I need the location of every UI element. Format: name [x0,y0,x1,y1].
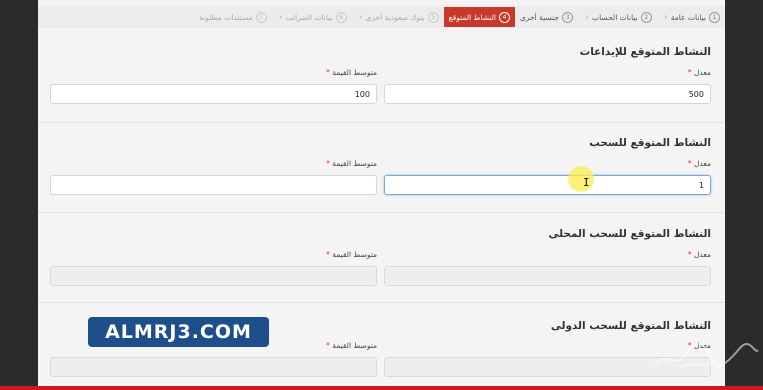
chevron-left-icon: ‹ [663,11,668,23]
step-other-saudi-banks[interactable]: 5 بنوك سعودية أخرى ‹ [352,7,444,27]
step-number: 7 [255,11,267,23]
avg-value-label: متوسط القيمة * [326,250,377,259]
video-progress-bar [0,386,763,390]
deposits-rate-input[interactable]: 500 [384,84,711,104]
deposits-avg-value-input[interactable]: 100 [50,84,377,104]
step-number: 3 [562,11,574,23]
section-title-withdrawals: النشاط المتوقع للسحب [589,137,711,149]
chevron-left-icon: ‹ [278,11,283,23]
step-label: بيانات عامة [670,12,706,22]
step-number: 2 [640,11,652,23]
text-cursor-icon: I [583,176,590,189]
step-expected-activity[interactable]: 4 النشاط المتوقع [443,7,516,27]
withdrawals-rate-input[interactable]: 1 [384,175,711,195]
step-general-info[interactable]: 1 بيانات عامة ‹ [657,7,725,27]
step-other-nationality[interactable]: 3 جنسية أخرى [515,7,578,27]
chevron-left-icon: ‹ [585,11,590,23]
local-withdrawals-rate-input[interactable] [384,266,711,286]
step-label: بنوك سعودية أخرى [365,12,425,22]
rate-label: معدل * [687,250,711,259]
withdrawals-avg-value-input[interactable] [50,175,377,195]
step-label: مستندات مطلوبة [199,12,253,22]
avg-value-label: متوسط القيمة * [326,68,377,77]
step-required-docs[interactable]: 7 مستندات مطلوبة [194,7,271,27]
cursor-highlight [568,166,594,192]
step-number: 5 [427,11,439,23]
rate-label: معدل * [687,68,711,77]
local-withdrawals-avg-value-input[interactable] [50,266,377,286]
step-tax-info[interactable]: 6 بيانات الضرائب ‹ [272,7,352,27]
intl-withdrawals-avg-value-input[interactable] [50,357,377,377]
section-divider [38,212,725,213]
rate-label: معدل * [687,159,711,168]
step-number: 6 [335,11,347,23]
watermark-logo: ALMRJ3.COM [88,317,269,347]
step-label: النشاط المتوقع [448,12,497,22]
step-number: 4 [499,11,511,23]
step-label: بيانات الضرائب [285,12,333,22]
signature-watermark [654,342,759,369]
step-label: بيانات الحساب [592,12,638,22]
section-title-local-withdrawals: النشاط المتوقع للسحب المحلى [548,228,711,240]
section-divider [38,302,725,303]
chevron-left-icon: ‹ [358,11,363,23]
step-label: جنسية أخرى [520,12,560,22]
avg-value-label: متوسط القيمة * [326,341,377,350]
wizard-stepper: 1 بيانات عامة ‹ 2 بيانات الحساب ‹ 3 جنسي… [38,6,725,28]
step-number: 1 [709,11,720,23]
avg-value-label: متوسط القيمة * [326,159,377,168]
step-account-info[interactable]: 2 بيانات الحساب ‹ [578,7,657,27]
section-divider [38,122,725,123]
section-title-deposits: النشاط المتوقع للإيداعات [579,46,711,58]
